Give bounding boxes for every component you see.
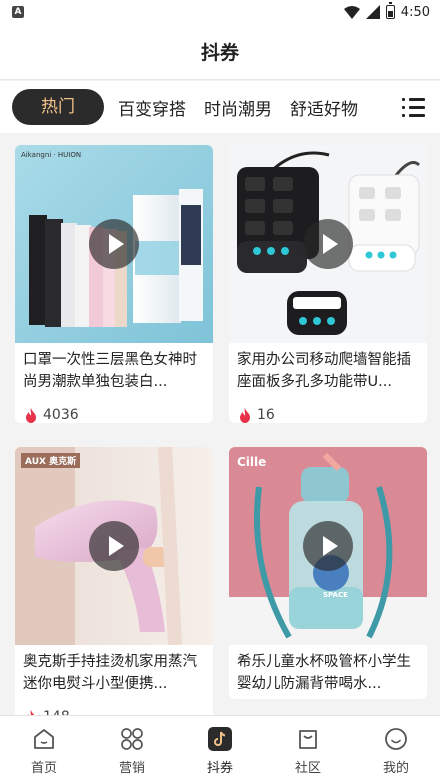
nav-coupons[interactable]: 抖券 — [176, 716, 264, 780]
tab-hot[interactable]: 热门 — [12, 89, 104, 125]
tab-comfort-goods[interactable]: 舒适好物 — [290, 95, 358, 120]
product-image-masks: Aikangni · HUION — [15, 145, 213, 343]
product-card[interactable]: Aikangni · HUION 口罩一次性三层黑色女神时尚男潮款单独包装白..… — [15, 145, 213, 423]
heat-count: 16 — [257, 407, 275, 423]
nav-label: 营销 — [118, 761, 145, 776]
status-time: 4:50 — [400, 4, 430, 20]
product-card[interactable]: 家用办公司移动爬墙智能插座面板多孔多功能带U... 16 — [229, 145, 427, 423]
bag-icon — [299, 730, 317, 749]
nav-label: 我的 — [382, 761, 409, 776]
tab-fashion-men[interactable]: 时尚潮男 — [204, 95, 272, 120]
product-title: 家用办公司移动爬墙智能插座面板多孔多功能带U... — [237, 352, 411, 390]
grid-icon — [121, 728, 143, 750]
header: 抖券 — [0, 24, 440, 80]
nav-label: 社区 — [294, 761, 321, 776]
play-button[interactable] — [89, 219, 139, 269]
menu-icon[interactable] — [402, 96, 426, 118]
product-image-steamer: AUX 奥克斯 — [15, 447, 213, 645]
brand-logo: Cille — [237, 455, 267, 469]
flame-icon — [240, 407, 250, 423]
product-stats: 16 — [229, 397, 427, 423]
brand-logo: Aikangni · HUION — [21, 151, 82, 159]
product-image-water-bottle: Cille SPACE — [229, 447, 427, 645]
page-title: 抖券 — [200, 42, 239, 64]
product-title: 奥克斯手持挂烫机家用蒸汽迷你电熨斗小型便携... — [23, 654, 197, 692]
nav-profile[interactable]: 我的 — [352, 716, 440, 780]
brand-logo: AUX 奥克斯 — [21, 453, 81, 468]
notification-icon: A — [12, 6, 24, 18]
nav-label: 抖券 — [206, 761, 233, 776]
product-stats: 4036 — [15, 397, 213, 423]
wifi-icon — [343, 5, 360, 19]
bottom-nav: 首页 营销 抖券 社区 我的 — [0, 715, 440, 780]
battery-icon — [385, 2, 395, 19]
product-title: 口罩一次性三层黑色女神时尚男潮款单独包装白... — [23, 352, 197, 390]
home-icon — [34, 729, 54, 749]
status-bar: A 4:50 — [0, 0, 440, 24]
bottle-label: SPACE — [323, 591, 348, 599]
play-button[interactable] — [89, 521, 139, 571]
play-button[interactable] — [303, 521, 353, 571]
signal-icon — [365, 5, 380, 19]
play-button[interactable] — [303, 219, 353, 269]
flame-icon — [26, 407, 36, 423]
tab-outfits[interactable]: 百变穿搭 — [118, 95, 186, 120]
product-image-power-strip — [229, 145, 427, 343]
nav-home[interactable]: 首页 — [0, 716, 88, 780]
heat-count: 4036 — [43, 407, 79, 423]
product-card[interactable]: Cille SPACE 希乐儿童水杯吸管杯小学生婴幼儿防漏背带喝水... — [229, 447, 427, 699]
nav-marketing[interactable]: 营销 — [88, 716, 176, 780]
nav-community[interactable]: 社区 — [264, 716, 352, 780]
smile-icon — [385, 728, 407, 750]
product-card[interactable]: AUX 奥克斯 奥克斯手持挂烫机家用蒸汽迷你电熨斗小型便携... 148 — [15, 447, 213, 725]
tiktok-icon — [208, 727, 232, 751]
product-title: 希乐儿童水杯吸管杯小学生婴幼儿防漏背带喝水... — [237, 654, 411, 692]
category-tabs: 热门 百变穿搭 时尚潮男 舒适好物 — [0, 81, 440, 133]
nav-label: 首页 — [30, 761, 57, 776]
